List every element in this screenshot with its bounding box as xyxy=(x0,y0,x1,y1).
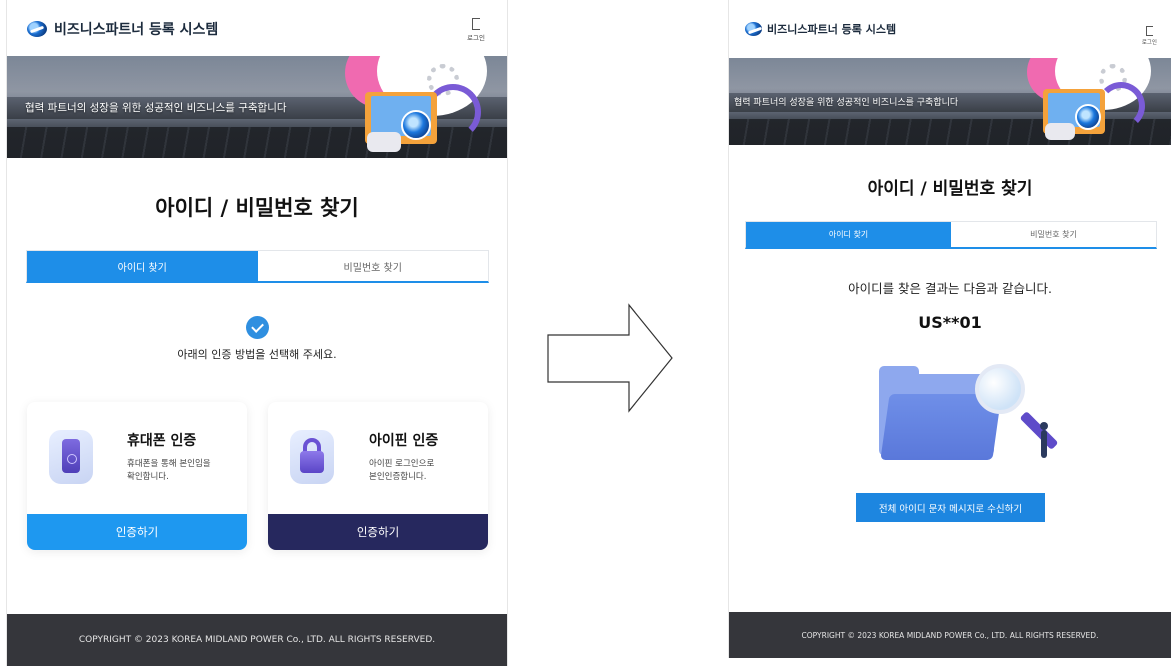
card-title: 아이핀 인증 xyxy=(369,433,439,449)
check-circle-icon xyxy=(246,316,269,339)
phone-verify-button[interactable]: 인증하기 xyxy=(27,514,247,550)
login-icon xyxy=(472,18,481,30)
login-button[interactable]: 로그인 xyxy=(1142,26,1157,46)
guide-text: 아래의 인증 방법을 선택해 주세요. xyxy=(177,348,337,361)
banner-illustration-icon xyxy=(1019,58,1171,145)
banner-illustration-icon xyxy=(337,56,507,158)
tab-find-password[interactable]: 비밀번호 찾기 xyxy=(951,222,1156,247)
company-logo-icon xyxy=(27,21,47,37)
login-button[interactable]: 로그인 xyxy=(467,18,485,42)
login-label: 로그인 xyxy=(467,34,485,42)
card-ipin-verification: 아이핀 인증 아이핀 로그인으로 본인인증합니다. 인증하기 xyxy=(268,402,488,550)
header: 비즈니스파트너 등록 시스템 로그인 xyxy=(729,0,1171,58)
footer: COPYRIGHT © 2023 KOREA MIDLAND POWER Co.… xyxy=(729,612,1171,658)
card-description: 휴대폰을 통해 본인임을 확인합니다. xyxy=(127,459,211,482)
result-message: 아이디를 찾은 결과는 다음과 같습니다. xyxy=(848,281,1052,296)
card-title: 휴대폰 인증 xyxy=(127,433,197,449)
ipin-verify-button[interactable]: 인증하기 xyxy=(268,514,488,550)
right-arrow-icon xyxy=(547,303,673,413)
phone-icon xyxy=(49,430,93,484)
card-phone-verification: 휴대폰 인증 휴대폰을 통해 본인임을 확인합니다. 인증하기 xyxy=(27,402,247,550)
find-tabs: 아이디 찾기 비밀번호 찾기 xyxy=(745,221,1157,249)
tab-find-id[interactable]: 아이디 찾기 xyxy=(27,251,258,281)
sms-send-button[interactable]: 전체 아이디 문자 메시지로 수신하기 xyxy=(856,493,1045,522)
hero-banner: 협력 파트너의 성장을 위한 성공적인 비즈니스를 구축합니다 xyxy=(729,58,1171,145)
screen-find-id-result: 비즈니스파트너 등록 시스템 로그인 협력 파트너의 성장을 위한 성공적인 비… xyxy=(728,0,1171,658)
header: 비즈니스파트너 등록 시스템 로그인 xyxy=(7,0,507,58)
stage: 비즈니스파트너 등록 시스템 로그인 협력 파트너의 성장을 위한 성공적인 비… xyxy=(0,0,1171,666)
login-label: 로그인 xyxy=(1141,40,1157,46)
banner-tagline: 협력 파트너의 성장을 위한 성공적인 비즈니스를 구축합니다 xyxy=(734,98,959,108)
page-title: 아이디 / 비밀번호 찾기 xyxy=(155,196,359,220)
brand-name: 비즈니스파트너 등록 시스템 xyxy=(54,22,219,38)
tab-find-id[interactable]: 아이디 찾기 xyxy=(746,222,951,247)
footer: COPYRIGHT © 2023 KOREA MIDLAND POWER Co.… xyxy=(7,614,507,666)
screen-find-id-verification: 비즈니스파트너 등록 시스템 로그인 협력 파트너의 성장을 위한 성공적인 비… xyxy=(6,0,508,666)
find-tabs: 아이디 찾기 비밀번호 찾기 xyxy=(26,250,489,283)
lock-icon xyxy=(290,430,334,484)
login-icon xyxy=(1145,26,1153,36)
card-description: 아이핀 로그인으로 본인인증합니다. xyxy=(369,459,435,482)
company-logo-icon xyxy=(745,22,762,36)
brand-name: 비즈니스파트너 등록 시스템 xyxy=(767,23,897,36)
person-icon xyxy=(1040,422,1048,458)
magnifier-icon xyxy=(975,364,1025,414)
banner-tagline: 협력 파트너의 성장을 위한 성공적인 비즈니스를 구축합니다 xyxy=(25,102,287,114)
page-title: 아이디 / 비밀번호 찾기 xyxy=(867,179,1033,199)
hero-banner: 협력 파트너의 성장을 위한 성공적인 비즈니스를 구축합니다 xyxy=(7,56,507,158)
tab-find-password[interactable]: 비밀번호 찾기 xyxy=(257,251,488,281)
found-user-id: US**01 xyxy=(918,313,982,332)
